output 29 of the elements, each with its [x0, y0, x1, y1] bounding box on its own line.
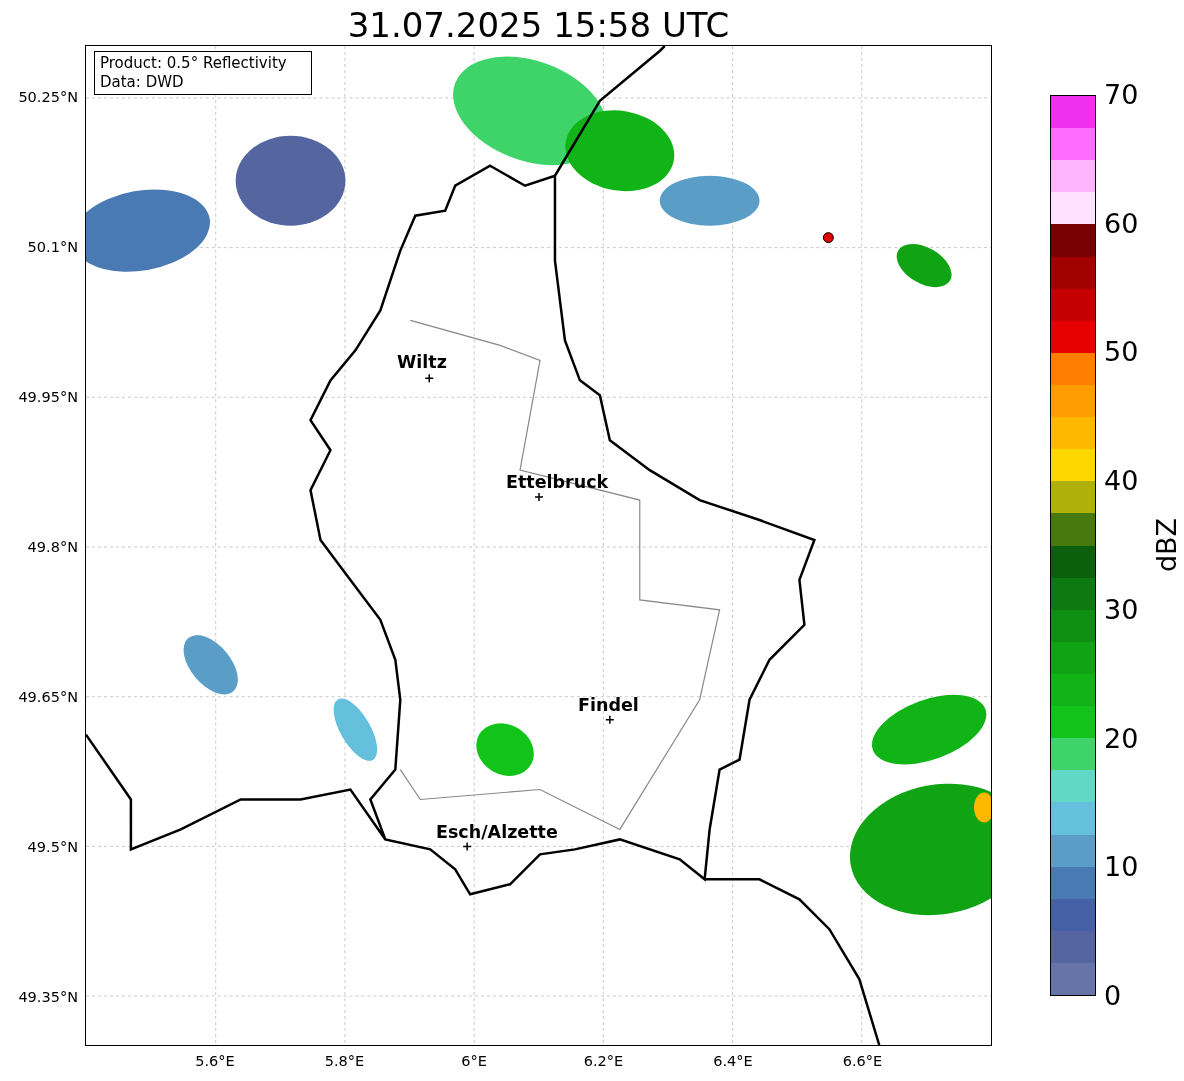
colorbar-tick-label: 30 — [1104, 594, 1139, 625]
axis-tick-label: 6°E — [460, 1052, 488, 1070]
axis-tick-label: 5.8°E — [323, 1052, 366, 1070]
axis-tick-label: 5.6°E — [194, 1052, 236, 1070]
city-label: Esch/Alzette — [436, 822, 558, 842]
colorbar-tick-label: 70 — [1104, 80, 1139, 110]
axis-tick-label: 49.35°N — [17, 988, 78, 1006]
axis-tick-label: 50.1°N — [26, 238, 78, 256]
colorbar-tick-label: 0 — [1104, 981, 1122, 1011]
city-label: Findel — [578, 695, 639, 715]
colorbar-tick-label: 20 — [1104, 723, 1139, 754]
colorbar-tick-label: 40 — [1104, 466, 1139, 497]
info-text: Data: DWD — [100, 73, 185, 92]
axis-tick-label: 49.65°N — [17, 688, 78, 706]
colorbar-tick-label: 50 — [1104, 337, 1139, 368]
colorbar-tick-label: 10 — [1104, 852, 1139, 883]
axis-tick-label: 49.8°N — [26, 538, 78, 556]
city-label: Wiltz — [397, 352, 447, 372]
axis-tick-label: 49.95°N — [17, 388, 78, 406]
axis-tick-label: 6.4°E — [712, 1052, 754, 1070]
chart-title: 31.07.2025 15:58 UTC — [346, 4, 731, 47]
axis-tick-label: 6.6°E — [841, 1052, 884, 1070]
axis-tick-label: 50.25°N — [17, 88, 78, 106]
axis-tick-label: 49.5°N — [26, 838, 78, 856]
colorbar-label: dBZ — [1152, 517, 1183, 573]
city-label: Ettelbruck — [506, 472, 609, 492]
info-text: Product: 0.5° Reflectivity — [100, 54, 288, 73]
colorbar-tick-label: 60 — [1104, 208, 1139, 239]
axis-tick-label: 6.2°E — [582, 1052, 625, 1070]
